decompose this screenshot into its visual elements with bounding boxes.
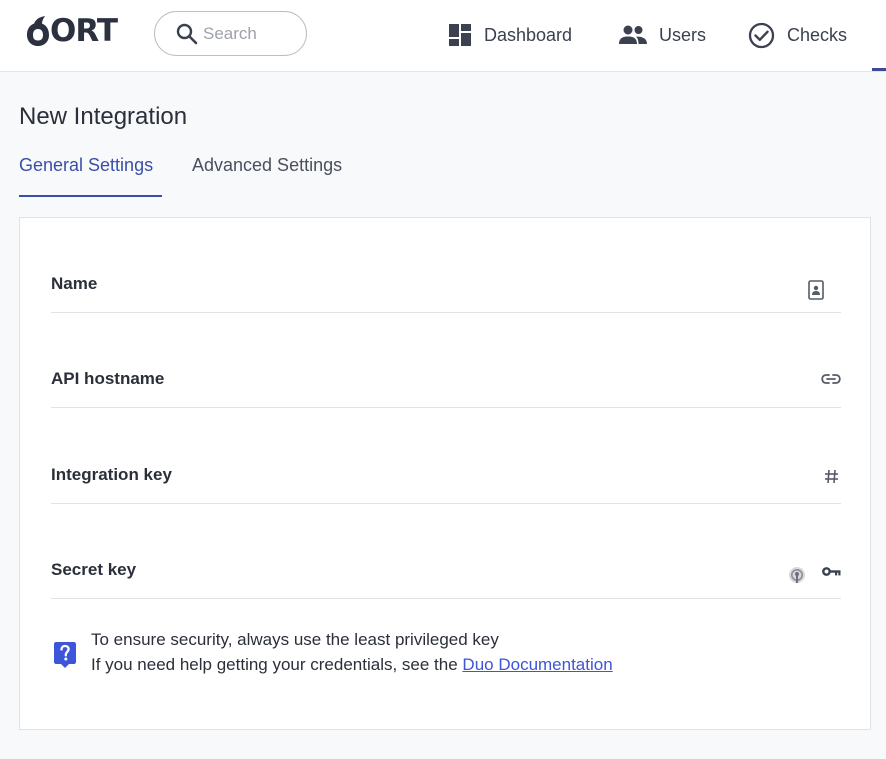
id-badge-icon (808, 280, 824, 300)
check-circle-icon (748, 22, 775, 48)
dashboard-icon (449, 24, 471, 46)
settings-tabs: General Settings Advanced Settings (19, 150, 342, 197)
search-box[interactable] (154, 11, 307, 56)
help-line-2-text: If you need help getting your credential… (91, 655, 463, 674)
api-hostname-label: API hostname (51, 369, 165, 388)
help-message: To ensure security, always use the least… (53, 627, 613, 677)
nav-dashboard[interactable]: Dashboard (448, 20, 572, 50)
nav-checks[interactable]: Checks (748, 20, 847, 50)
link-icon (821, 372, 841, 386)
tab-advanced-settings[interactable]: Advanced Settings (192, 150, 342, 197)
api-hostname-input[interactable] (191, 368, 771, 398)
duo-documentation-link[interactable]: Duo Documentation (462, 655, 612, 674)
help-question-icon (54, 642, 76, 668)
top-navbar: ORT Dashboard Users Checks (0, 0, 886, 72)
integration-key-field[interactable]: Integration key (51, 409, 841, 504)
nav-users[interactable]: Users (619, 20, 706, 50)
name-label: Name (51, 274, 98, 293)
nav-active-indicator (872, 68, 886, 71)
name-field[interactable]: Name (51, 218, 841, 313)
secret-key-input[interactable] (191, 559, 771, 589)
key-icon (822, 566, 841, 577)
search-input[interactable] (203, 23, 303, 44)
search-icon (176, 23, 198, 44)
page-title: New Integration (19, 103, 188, 130)
help-text: To ensure security, always use the least… (91, 627, 613, 677)
nav-checks-label: Checks (787, 24, 848, 45)
logo[interactable]: ORT (25, 12, 118, 49)
logo-text: ORT (50, 12, 118, 49)
hash-icon (824, 469, 839, 484)
api-hostname-field[interactable]: API hostname (51, 313, 841, 408)
users-icon (619, 25, 647, 44)
integration-key-input[interactable] (191, 464, 771, 494)
password-manager-icon[interactable] (788, 564, 806, 586)
logo-mark-icon (27, 15, 49, 46)
integration-key-label: Integration key (51, 465, 172, 484)
help-line-1: To ensure security, always use the least… (91, 630, 499, 649)
nav-dashboard-label: Dashboard (484, 24, 573, 45)
integration-form: Name API hostname Integration key Secret… (19, 217, 871, 730)
help-line-2: If you need help getting your credential… (91, 652, 613, 677)
name-input[interactable] (191, 273, 771, 303)
tab-general-settings[interactable]: General Settings (19, 150, 162, 197)
secret-key-label: Secret key (51, 560, 137, 579)
nav-users-label: Users (659, 24, 707, 45)
secret-key-field[interactable]: Secret key (51, 504, 841, 599)
